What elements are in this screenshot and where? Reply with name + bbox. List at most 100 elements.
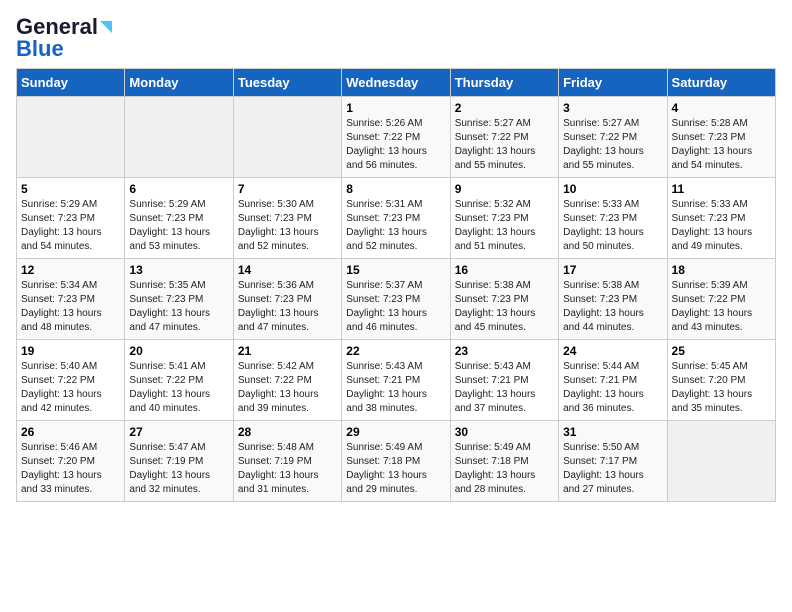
day-number: 4 [672,101,771,115]
col-header-tuesday: Tuesday [233,69,341,97]
calendar-cell: 16 Sunrise: 5:38 AMSunset: 7:23 PMDayligh… [450,259,558,340]
day-detail: Sunrise: 5:29 AMSunset: 7:23 PMDaylight:… [129,198,228,254]
day-detail: Sunrise: 5:49 AMSunset: 7:18 PMDaylight:… [455,441,554,497]
day-detail: Sunrise: 5:28 AMSunset: 7:23 PMDaylight:… [672,117,771,173]
calendar-cell: 14 Sunrise: 5:36 AMSunset: 7:23 PMDayligh… [233,259,341,340]
day-number: 3 [563,101,662,115]
logo: General Blue [16,16,112,60]
day-detail: Sunrise: 5:45 AMSunset: 7:20 PMDaylight:… [672,360,771,416]
day-number: 22 [346,344,445,358]
calendar-table: SundayMondayTuesdayWednesdayThursdayFrid… [16,68,776,502]
calendar-cell: 6 Sunrise: 5:29 AMSunset: 7:23 PMDaylight… [125,178,233,259]
calendar-cell: 17 Sunrise: 5:38 AMSunset: 7:23 PMDayligh… [559,259,667,340]
day-number: 17 [563,263,662,277]
day-detail: Sunrise: 5:27 AMSunset: 7:22 PMDaylight:… [455,117,554,173]
day-number: 14 [238,263,337,277]
day-number: 20 [129,344,228,358]
calendar-cell [667,421,775,502]
day-number: 21 [238,344,337,358]
day-detail: Sunrise: 5:35 AMSunset: 7:23 PMDaylight:… [129,279,228,335]
day-detail: Sunrise: 5:47 AMSunset: 7:19 PMDaylight:… [129,441,228,497]
day-number: 6 [129,182,228,196]
calendar-cell: 12 Sunrise: 5:34 AMSunset: 7:23 PMDayligh… [17,259,125,340]
col-header-friday: Friday [559,69,667,97]
day-detail: Sunrise: 5:43 AMSunset: 7:21 PMDaylight:… [455,360,554,416]
calendar-cell: 19 Sunrise: 5:40 AMSunset: 7:22 PMDayligh… [17,340,125,421]
col-header-saturday: Saturday [667,69,775,97]
day-detail: Sunrise: 5:34 AMSunset: 7:23 PMDaylight:… [21,279,120,335]
col-header-sunday: Sunday [17,69,125,97]
day-detail: Sunrise: 5:33 AMSunset: 7:23 PMDaylight:… [563,198,662,254]
calendar-cell: 22Sunrise: 5:43 AMSunset: 7:21 PMDayligh… [342,340,450,421]
calendar-cell: 20 Sunrise: 5:41 AMSunset: 7:22 PMDayligh… [125,340,233,421]
day-number: 12 [21,263,120,277]
day-number: 25 [672,344,771,358]
calendar-cell: 18 Sunrise: 5:39 AMSunset: 7:22 PMDayligh… [667,259,775,340]
day-detail: Sunrise: 5:38 AMSunset: 7:23 PMDaylight:… [455,279,554,335]
day-number: 27 [129,425,228,439]
day-detail: Sunrise: 5:41 AMSunset: 7:22 PMDaylight:… [129,360,228,416]
day-detail: Sunrise: 5:30 AMSunset: 7:23 PMDaylight:… [238,198,337,254]
logo-blue: Blue [16,38,64,60]
calendar-cell: 21 Sunrise: 5:42 AMSunset: 7:22 PMDayligh… [233,340,341,421]
day-detail: Sunrise: 5:42 AMSunset: 7:22 PMDaylight:… [238,360,337,416]
calendar-header-row: SundayMondayTuesdayWednesdayThursdayFrid… [17,69,776,97]
calendar-cell: 31Sunrise: 5:50 AMSunset: 7:17 PMDayligh… [559,421,667,502]
calendar-cell: 26 Sunrise: 5:46 AMSunset: 7:20 PMDayligh… [17,421,125,502]
calendar-cell: 10 Sunrise: 5:33 AMSunset: 7:23 PMDayligh… [559,178,667,259]
calendar-cell: 30 Sunrise: 5:49 AMSunset: 7:18 PMDayligh… [450,421,558,502]
logo-arrow-icon [100,21,112,33]
calendar-cell: 25 Sunrise: 5:45 AMSunset: 7:20 PMDayligh… [667,340,775,421]
calendar-week-5: 26 Sunrise: 5:46 AMSunset: 7:20 PMDayligh… [17,421,776,502]
day-detail: Sunrise: 5:38 AMSunset: 7:23 PMDaylight:… [563,279,662,335]
day-number: 23 [455,344,554,358]
calendar-cell: 29Sunrise: 5:49 AMSunset: 7:18 PMDayligh… [342,421,450,502]
day-number: 9 [455,182,554,196]
logo-general: General [16,16,98,38]
day-number: 5 [21,182,120,196]
day-number: 1 [346,101,445,115]
day-detail: Sunrise: 5:37 AMSunset: 7:23 PMDaylight:… [346,279,445,335]
calendar-cell: 27 Sunrise: 5:47 AMSunset: 7:19 PMDayligh… [125,421,233,502]
day-detail: Sunrise: 5:29 AMSunset: 7:23 PMDaylight:… [21,198,120,254]
calendar-cell: 3Sunrise: 5:27 AMSunset: 7:22 PMDaylight… [559,97,667,178]
day-number: 13 [129,263,228,277]
calendar-week-1: 1Sunrise: 5:26 AMSunset: 7:22 PMDaylight… [17,97,776,178]
day-detail: Sunrise: 5:39 AMSunset: 7:22 PMDaylight:… [672,279,771,335]
day-detail: Sunrise: 5:40 AMSunset: 7:22 PMDaylight:… [21,360,120,416]
day-detail: Sunrise: 5:48 AMSunset: 7:19 PMDaylight:… [238,441,337,497]
calendar-cell: 7 Sunrise: 5:30 AMSunset: 7:23 PMDaylight… [233,178,341,259]
page-header: General Blue [16,16,776,60]
col-header-thursday: Thursday [450,69,558,97]
day-number: 15 [346,263,445,277]
calendar-cell [233,97,341,178]
day-detail: Sunrise: 5:33 AMSunset: 7:23 PMDaylight:… [672,198,771,254]
calendar-cell: 9 Sunrise: 5:32 AMSunset: 7:23 PMDaylight… [450,178,558,259]
col-header-wednesday: Wednesday [342,69,450,97]
calendar-cell: 28Sunrise: 5:48 AMSunset: 7:19 PMDayligh… [233,421,341,502]
calendar-cell: 8 Sunrise: 5:31 AMSunset: 7:23 PMDaylight… [342,178,450,259]
col-header-monday: Monday [125,69,233,97]
day-number: 16 [455,263,554,277]
calendar-cell: 24Sunrise: 5:44 AMSunset: 7:21 PMDayligh… [559,340,667,421]
calendar-cell [17,97,125,178]
day-number: 30 [455,425,554,439]
day-detail: Sunrise: 5:31 AMSunset: 7:23 PMDaylight:… [346,198,445,254]
calendar-cell: 5 Sunrise: 5:29 AMSunset: 7:23 PMDaylight… [17,178,125,259]
calendar-cell [125,97,233,178]
day-detail: Sunrise: 5:36 AMSunset: 7:23 PMDaylight:… [238,279,337,335]
day-detail: Sunrise: 5:32 AMSunset: 7:23 PMDaylight:… [455,198,554,254]
day-number: 18 [672,263,771,277]
calendar-cell: 1Sunrise: 5:26 AMSunset: 7:22 PMDaylight… [342,97,450,178]
day-number: 26 [21,425,120,439]
calendar-cell: 23 Sunrise: 5:43 AMSunset: 7:21 PMDayligh… [450,340,558,421]
day-number: 10 [563,182,662,196]
day-number: 11 [672,182,771,196]
day-detail: Sunrise: 5:46 AMSunset: 7:20 PMDaylight:… [21,441,120,497]
day-number: 8 [346,182,445,196]
day-number: 29 [346,425,445,439]
day-number: 19 [21,344,120,358]
day-detail: Sunrise: 5:44 AMSunset: 7:21 PMDaylight:… [563,360,662,416]
calendar-cell: 11 Sunrise: 5:33 AMSunset: 7:23 PMDayligh… [667,178,775,259]
day-number: 7 [238,182,337,196]
